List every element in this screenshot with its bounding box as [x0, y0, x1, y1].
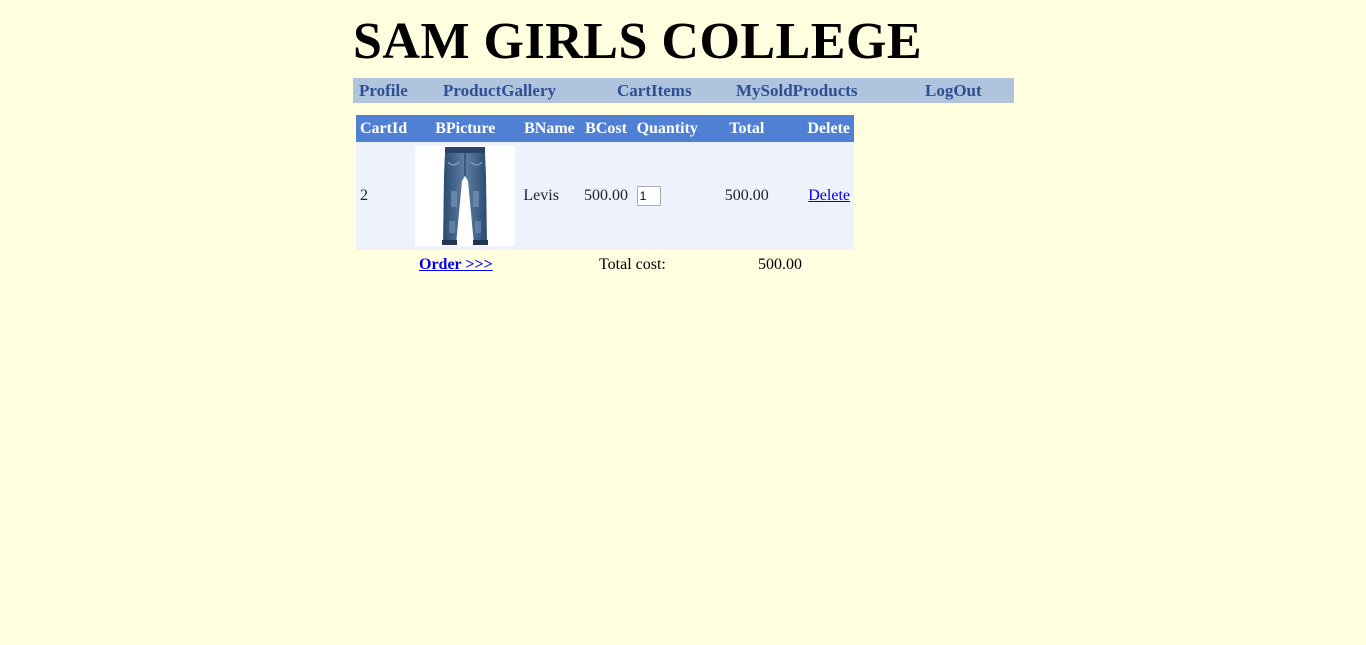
header-name: BName — [519, 115, 580, 142]
quantity-input[interactable] — [636, 186, 661, 206]
jeans-image — [415, 146, 516, 246]
order-link[interactable]: Order >>> — [419, 256, 493, 274]
row-total-cell: 500.00 — [702, 142, 791, 250]
quantity-cell — [632, 142, 703, 250]
header-picture: BPicture — [411, 115, 520, 142]
header-cost: BCost — [579, 115, 633, 142]
cart-table: CartId BPicture BName BCost Quantity Tot… — [356, 115, 854, 250]
nav-profile-link[interactable]: Profile — [359, 78, 408, 103]
picture-cell — [411, 142, 520, 250]
header-total: Total — [702, 115, 791, 142]
total-cost-label: Total cost: — [599, 256, 666, 273]
nav-cart-items-link[interactable]: CartItems — [617, 78, 692, 103]
nav-bar: Profile ProductGallery CartItems MySoldP… — [353, 78, 1014, 103]
site-title: SAM GIRLS COLLEGE — [353, 13, 923, 70]
product-cost-cell: 500.00 — [579, 142, 633, 250]
delete-link[interactable]: Delete — [808, 187, 850, 204]
header-delete: Delete — [790, 115, 854, 142]
nav-product-gallery-link[interactable]: ProductGallery — [443, 78, 556, 103]
cart-id-cell: 2 — [356, 142, 412, 250]
cart-table-header-row: CartId BPicture BName BCost Quantity Tot… — [356, 115, 854, 142]
header-cart-id: CartId — [356, 115, 412, 142]
nav-my-sold-products-link[interactable]: MySoldProducts — [736, 78, 858, 103]
product-name-cell: Levis — [519, 142, 580, 250]
total-cost-value: 500.00 — [758, 256, 802, 273]
table-row: 2 Levis 500.00 1 500.00 Delete — [356, 142, 854, 250]
header-quantity: Quantity — [632, 115, 703, 142]
nav-logout-link[interactable]: LogOut — [925, 78, 982, 103]
delete-cell: Delete — [790, 142, 854, 250]
